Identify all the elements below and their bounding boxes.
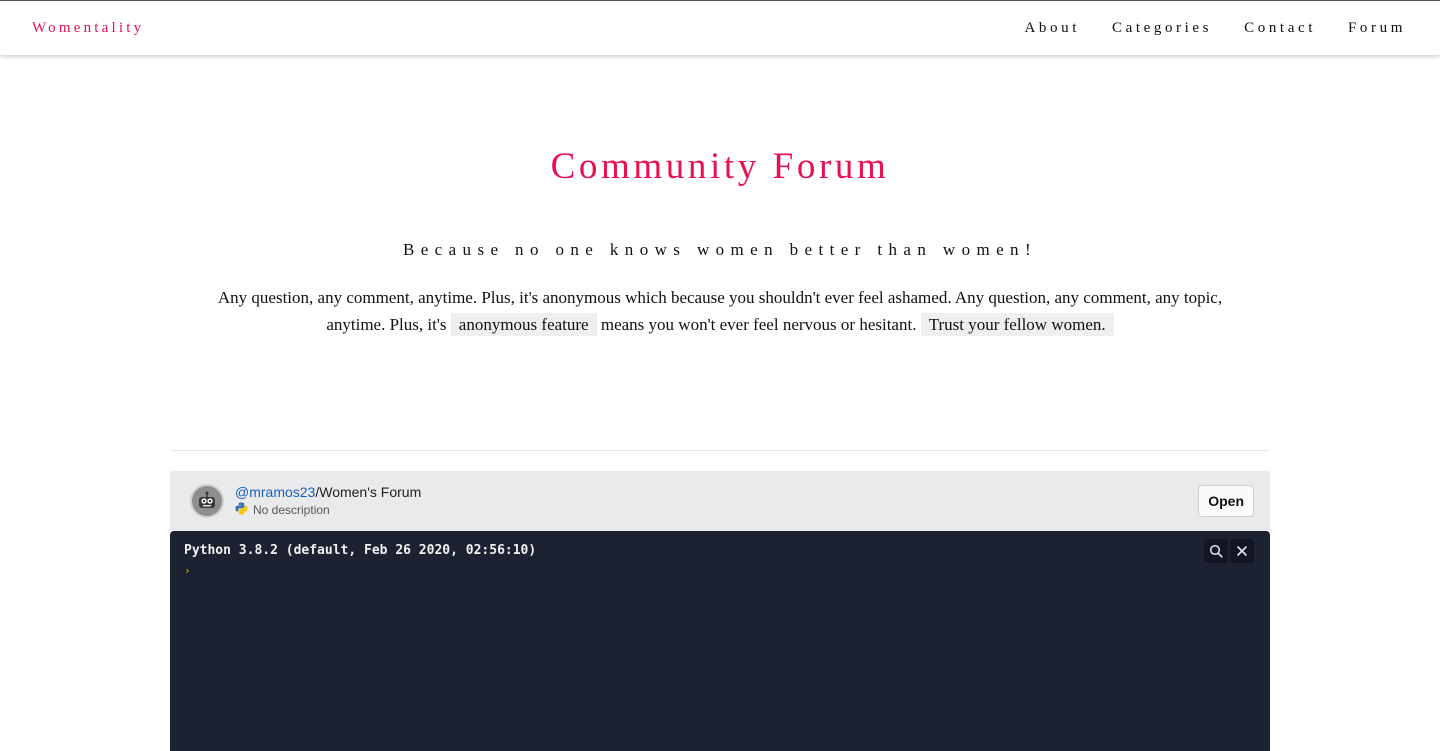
repl-name[interactable]: Women's Forum — [319, 484, 421, 500]
nav-link-contact[interactable]: Contact — [1244, 20, 1316, 37]
intro-paragraph: Any question, any comment, anytime. Plus… — [200, 284, 1240, 338]
repl-description-row: No description — [235, 502, 421, 518]
repl-user-link[interactable]: @mramos23 — [235, 484, 315, 500]
repl-meta: @mramos23/Women's Forum No description — [235, 484, 421, 518]
console-toolbar — [1204, 539, 1254, 563]
open-repl-button[interactable]: Open — [1198, 485, 1254, 517]
repl-title: @mramos23/Women's Forum — [235, 484, 421, 501]
highlight-anonymous-feature: anonymous feature — [450, 313, 597, 336]
brand-logo-link[interactable]: Womentality — [32, 20, 144, 37]
tagline: Because no one knows women better than w… — [402, 240, 1038, 259]
nav-links: About Categories Contact Forum — [992, 20, 1406, 37]
intro-text-2: means you won't ever feel nervous or hes… — [600, 315, 917, 334]
nav-link-categories[interactable]: Categories — [1112, 20, 1212, 37]
repl-embed-header: @mramos23/Women's Forum No description O… — [170, 471, 1270, 531]
console-prompt: › — [184, 564, 191, 577]
page-title: Community Forum — [550, 146, 890, 187]
highlight-trust-women: Trust your fellow women. — [920, 313, 1114, 336]
close-icon[interactable] — [1230, 539, 1254, 563]
navbar: Womentality About Categories Contact For… — [0, 1, 1440, 55]
console-version-line: Python 3.8.2 (default, Feb 26 2020, 02:5… — [184, 543, 537, 558]
python-console[interactable]: Python 3.8.2 (default, Feb 26 2020, 02:5… — [170, 531, 1270, 751]
repl-description: No description — [253, 503, 330, 517]
python-icon — [235, 502, 248, 518]
search-icon[interactable] — [1204, 539, 1228, 563]
nav-link-about[interactable]: About — [1024, 20, 1080, 37]
nav-link-forum[interactable]: Forum — [1348, 20, 1406, 37]
section-divider — [170, 450, 1270, 451]
robot-avatar-icon[interactable] — [190, 484, 224, 518]
